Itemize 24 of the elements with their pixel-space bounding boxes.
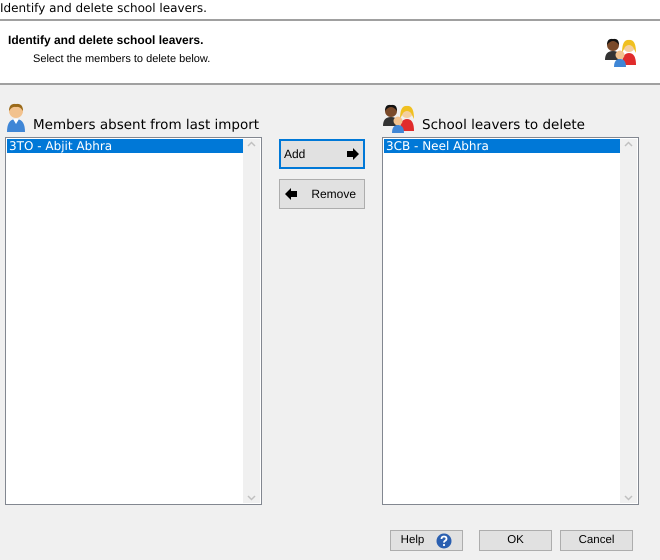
help-icon	[436, 532, 452, 548]
right-arrow-icon	[346, 148, 360, 160]
list-item[interactable]: 3TO - Abjit Abhra	[7, 139, 243, 153]
scroll-down-icon[interactable]	[624, 495, 633, 501]
list-title: School leavers to delete	[422, 116, 585, 135]
people-icon	[382, 103, 416, 133]
list-title: Members absent from last import	[33, 116, 260, 135]
person-icon	[5, 103, 27, 133]
header-title: Identify and delete school leavers.	[8, 32, 204, 49]
left-arrow-icon	[284, 188, 298, 200]
scrollbar[interactable]	[620, 139, 637, 503]
remove-button[interactable]: Remove	[279, 179, 365, 209]
add-button[interactable]: Add	[279, 139, 365, 169]
cancel-button[interactable]: Cancel	[560, 530, 633, 551]
header-subtitle: Select the members to delete below.	[33, 52, 210, 67]
window-title: Identify and delete school leavers.	[0, 0, 660, 21]
list-item[interactable]: 3CB - Neel Abhra	[384, 139, 620, 153]
ok-button[interactable]: OK	[479, 530, 552, 551]
scroll-up-icon[interactable]	[624, 141, 633, 147]
people-icon	[604, 37, 638, 67]
scroll-down-icon[interactable]	[247, 495, 256, 501]
scroll-up-icon[interactable]	[247, 141, 256, 147]
help-button[interactable]: Help	[390, 530, 463, 551]
scrollbar[interactable]	[243, 139, 260, 503]
